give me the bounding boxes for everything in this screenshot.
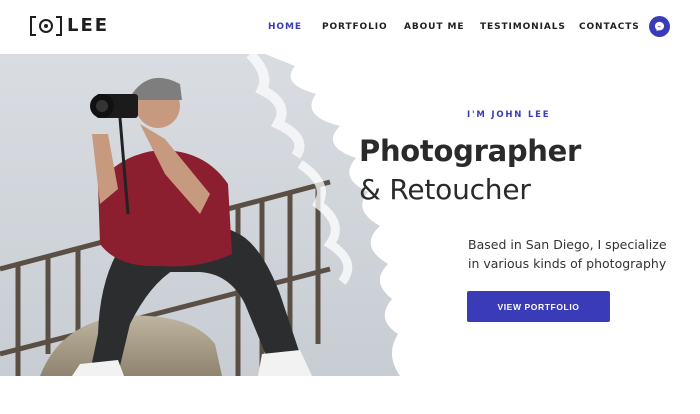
hero-title: Photographer [359, 134, 582, 168]
hero-subtitle: & Retoucher [359, 173, 531, 206]
messenger-icon [654, 21, 665, 32]
view-portfolio-button[interactable]: VIEW PORTFOLIO [467, 291, 610, 322]
nav-home[interactable]: HOME [268, 20, 302, 34]
logo-bracket-right [56, 16, 62, 36]
nav-contacts[interactable]: CONTACTS [579, 20, 640, 34]
site-header: LEE HOME PORTFOLIO ABOUT ME TESTIMONIALS… [0, 0, 700, 54]
nav-testimonials[interactable]: TESTIMONIALS [480, 20, 566, 34]
logo-text: LEE [67, 15, 110, 36]
nav-portfolio[interactable]: PORTFOLIO [322, 20, 388, 34]
hero-photo [0, 54, 420, 376]
brand-logo[interactable]: LEE [30, 15, 109, 37]
hero-eyebrow: I'M JOHN LEE [467, 110, 551, 120]
messenger-button[interactable] [649, 16, 670, 37]
nav-about-me[interactable]: ABOUT ME [404, 20, 464, 34]
camera-lens-icon [39, 19, 53, 33]
logo-bracket-left [30, 16, 36, 36]
hero-description: Based in San Diego, I specialize in vari… [468, 237, 667, 271]
